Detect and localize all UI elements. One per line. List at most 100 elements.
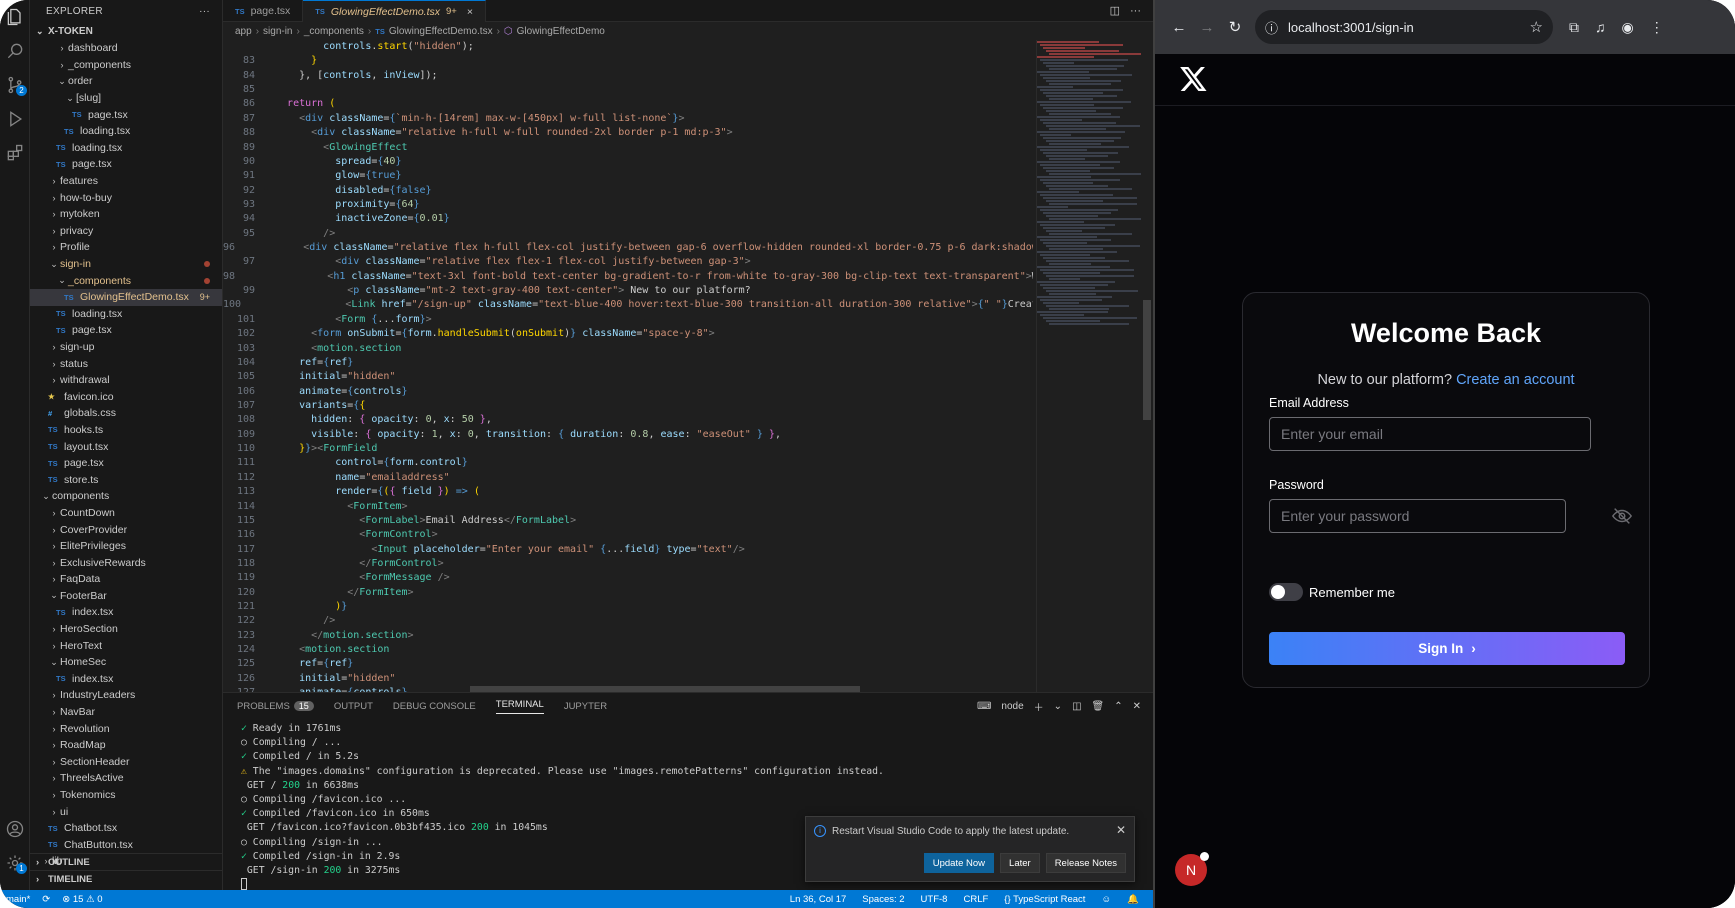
new-terminal-icon[interactable]: ＋ [1034,699,1044,714]
code-line[interactable]: 118 </FormControl> [223,557,1033,571]
tree-folder[interactable]: › sign-up [30,339,222,356]
terminal-shell-label[interactable]: node [1001,701,1023,712]
breadcrumb-item[interactable]: GlowingEffectDemo [517,26,605,37]
tree-file[interactable]: TS store.ts [30,471,222,488]
tree-file[interactable]: TS Chatbot.tsx [30,820,222,837]
code-line[interactable]: 108 hidden: { opacity: 0, x: 50 }, [223,413,1033,427]
code-line[interactable]: 123 </motion.section> [223,629,1033,643]
copilot-icon[interactable]: ☺ [1101,894,1111,905]
code-editor[interactable]: controls.start("hidden"); 83 } 84 }, [cont… [223,40,1033,692]
tree-folder[interactable]: › features [30,173,222,190]
split-terminal-icon[interactable]: ◫ [1072,701,1081,712]
tree-folder[interactable]: › _components [30,57,222,74]
code-line[interactable]: 100 <Link href="/sign-up" className="tex… [223,298,1033,312]
code-line[interactable]: 86 return ( [223,97,1033,111]
code-line[interactable]: 112 name="emailaddress" [223,471,1033,485]
tree-folder[interactable]: › FaqData [30,571,222,588]
encoding[interactable]: UTF-8 [921,894,948,905]
trash-icon[interactable]: 🗑 [1092,701,1105,712]
extensions-puzzle-icon[interactable]: ⧉ [1569,19,1579,36]
code-line[interactable]: 124 <motion.section [223,643,1033,657]
tree-folder[interactable]: ⌄ _components [30,272,222,289]
chevron-down-icon[interactable]: ⌄ [1054,701,1062,712]
tab-debug-console[interactable]: DEBUG CONSOLE [393,701,476,712]
problems-indicator[interactable]: ⊗ 15 ⚠ 0 [62,894,102,905]
release-notes-button[interactable]: Release Notes [1045,853,1126,873]
notifications-bell-icon[interactable]: 🔔 [1127,894,1139,905]
code-line[interactable]: 109 visible: { opacity: 1, x: 0, transit… [223,428,1033,442]
address-bar[interactable]: ⓘ localhost:3001/sign-in ☆ [1255,10,1553,44]
x-logo-icon[interactable] [1178,63,1210,95]
breadcrumb-item[interactable]: _components [304,26,364,37]
code-line[interactable]: 95 /> [223,227,1033,241]
tree-folder[interactable]: ⌄ order [30,73,222,90]
code-line[interactable]: 107 variants={{ [223,399,1033,413]
code-line[interactable]: 88 <div className="relative h-full w-ful… [223,126,1033,140]
code-line[interactable]: 93 proximity={64} [223,198,1033,212]
code-line[interactable]: 111 control={form.control} [223,456,1033,470]
reload-icon[interactable]: ↻ [1221,13,1249,41]
tree-file[interactable]: TS layout.tsx [30,438,222,455]
close-icon[interactable]: × [467,6,473,18]
update-now-button[interactable]: Update Now [923,853,995,873]
scrollbar-thumb[interactable] [1143,300,1151,420]
run-debug-icon[interactable] [0,102,30,136]
tree-folder[interactable]: › CountDown [30,505,222,522]
tree-folder[interactable]: › IndustryLeaders [30,687,222,704]
close-icon[interactable]: ✕ [1133,701,1141,712]
root-folder[interactable]: ⌄ X-TOKEN [30,22,222,40]
code-line[interactable]: 121 )} [223,600,1033,614]
code-line[interactable]: 126 initial="hidden" [223,672,1033,686]
tree-folder[interactable]: ⌄ HomeSec [30,654,222,671]
tree-folder[interactable]: › Profile [30,239,222,256]
tree-folder[interactable]: › ui [30,803,222,820]
indentation[interactable]: Spaces: 2 [862,894,904,905]
code-line[interactable]: 102 <form onSubmit={form.handleSubmit(on… [223,327,1033,341]
account-icon[interactable] [0,812,30,846]
tree-folder[interactable]: ⌄ components [30,488,222,505]
code-line[interactable]: 90 spread={40} [223,155,1033,169]
kebab-menu-icon[interactable]: ⋮ [1650,19,1664,36]
timeline-section[interactable]: › TIMELINE [30,870,222,887]
code-line[interactable]: 92 disabled={false} [223,184,1033,198]
tree-folder[interactable]: › mytoken [30,206,222,223]
more-actions-icon[interactable]: ··· [1130,5,1141,17]
tree-folder[interactable]: › SectionHeader [30,754,222,771]
language-mode[interactable]: {} TypeScript React [1004,894,1085,905]
tree-folder[interactable]: › RoadMap [30,737,222,754]
tree-folder[interactable]: › withdrawal [30,372,222,389]
tab-glowing-effect-demo[interactable]: TS GlowingEffectDemo.tsx 9+ × [303,0,486,22]
tree-folder[interactable]: › CoverProvider [30,521,222,538]
tree-file[interactable]: TS page.tsx [30,322,222,339]
tab-output[interactable]: OUTPUT [334,701,373,712]
email-field[interactable] [1269,417,1591,451]
code-line[interactable]: 106 animate={controls} [223,385,1033,399]
breadcrumb-item[interactable]: sign-in [263,26,292,37]
cursor-position[interactable]: Ln 36, Col 17 [790,894,847,905]
branch-indicator[interactable]: main* [6,894,30,905]
later-button[interactable]: Later [1000,853,1040,873]
sign-in-button[interactable]: Sign In › [1269,632,1625,665]
tree-file[interactable]: TS hooks.ts [30,422,222,439]
extensions-icon[interactable] [0,136,30,170]
code-line[interactable]: 101 <Form {...form}> [223,313,1033,327]
split-editor-icon[interactable]: ◫ [1110,4,1120,17]
tree-file[interactable]: TS page.tsx [30,455,222,472]
code-line[interactable]: 105 initial="hidden" [223,370,1033,384]
chevron-up-icon[interactable]: ⌃ [1114,701,1122,712]
tree-file[interactable]: TS index.tsx [30,604,222,621]
tree-folder[interactable]: ⌄ FooterBar [30,588,222,605]
tree-file[interactable]: TS loading.tsx [30,123,222,140]
outline-section[interactable]: › OUTLINE [30,853,222,870]
code-line[interactable]: 122 /> [223,614,1033,628]
code-line[interactable]: 87 <div className={`min-h-[14rem] max-w-… [223,112,1033,126]
tab-jupyter[interactable]: JUPYTER [564,701,607,712]
code-line[interactable]: 120 </FormItem> [223,586,1033,600]
profile-icon[interactable]: ◉ [1622,19,1634,36]
tab-problems[interactable]: PROBLEMS 15 [237,700,314,712]
tree-folder[interactable]: › Tokenomics [30,787,222,804]
code-line[interactable]: 96 <div className="relative flex h-full … [223,241,1033,255]
code-line[interactable]: 84 }, [controls, inView]); [223,69,1033,83]
eye-off-icon[interactable] [1611,505,1633,527]
tree-folder[interactable]: › privacy [30,223,222,240]
